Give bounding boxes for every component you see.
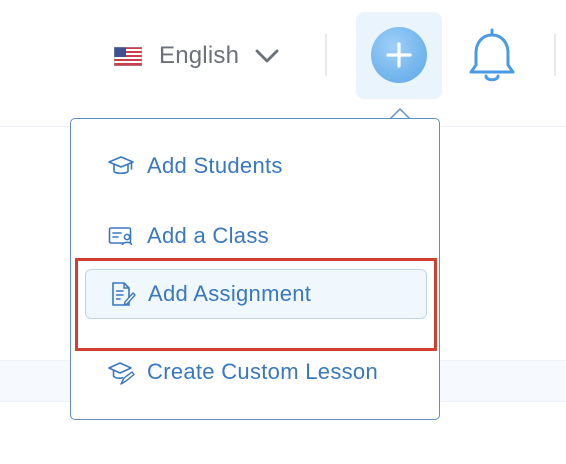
annotation-highlight-box bbox=[75, 258, 437, 351]
menu-item-add-class[interactable]: Add a Class bbox=[85, 211, 427, 261]
class-card-icon bbox=[108, 227, 133, 246]
menu-item-label: Create Custom Lesson bbox=[147, 359, 378, 384]
graduation-cap-icon bbox=[108, 156, 134, 175]
header-edge-separator bbox=[554, 34, 556, 76]
menu-item-label: Add Students bbox=[147, 153, 283, 178]
header-separator bbox=[325, 34, 327, 76]
menu-item-label: Add a Class bbox=[147, 223, 269, 248]
chevron-down-icon bbox=[255, 49, 279, 63]
plus-icon bbox=[386, 42, 412, 68]
add-menu-button[interactable] bbox=[356, 12, 442, 99]
language-label: English bbox=[159, 42, 240, 69]
menu-item-add-students[interactable]: Add Students bbox=[85, 141, 427, 191]
bell-icon[interactable] bbox=[466, 27, 518, 87]
menu-item-create-custom-lesson[interactable]: Create Custom Lesson bbox=[85, 347, 427, 397]
lesson-cap-pencil-icon bbox=[108, 362, 135, 385]
language-selector[interactable]: English bbox=[114, 40, 279, 72]
us-flag-icon bbox=[114, 46, 142, 66]
add-button-circle bbox=[371, 27, 427, 83]
